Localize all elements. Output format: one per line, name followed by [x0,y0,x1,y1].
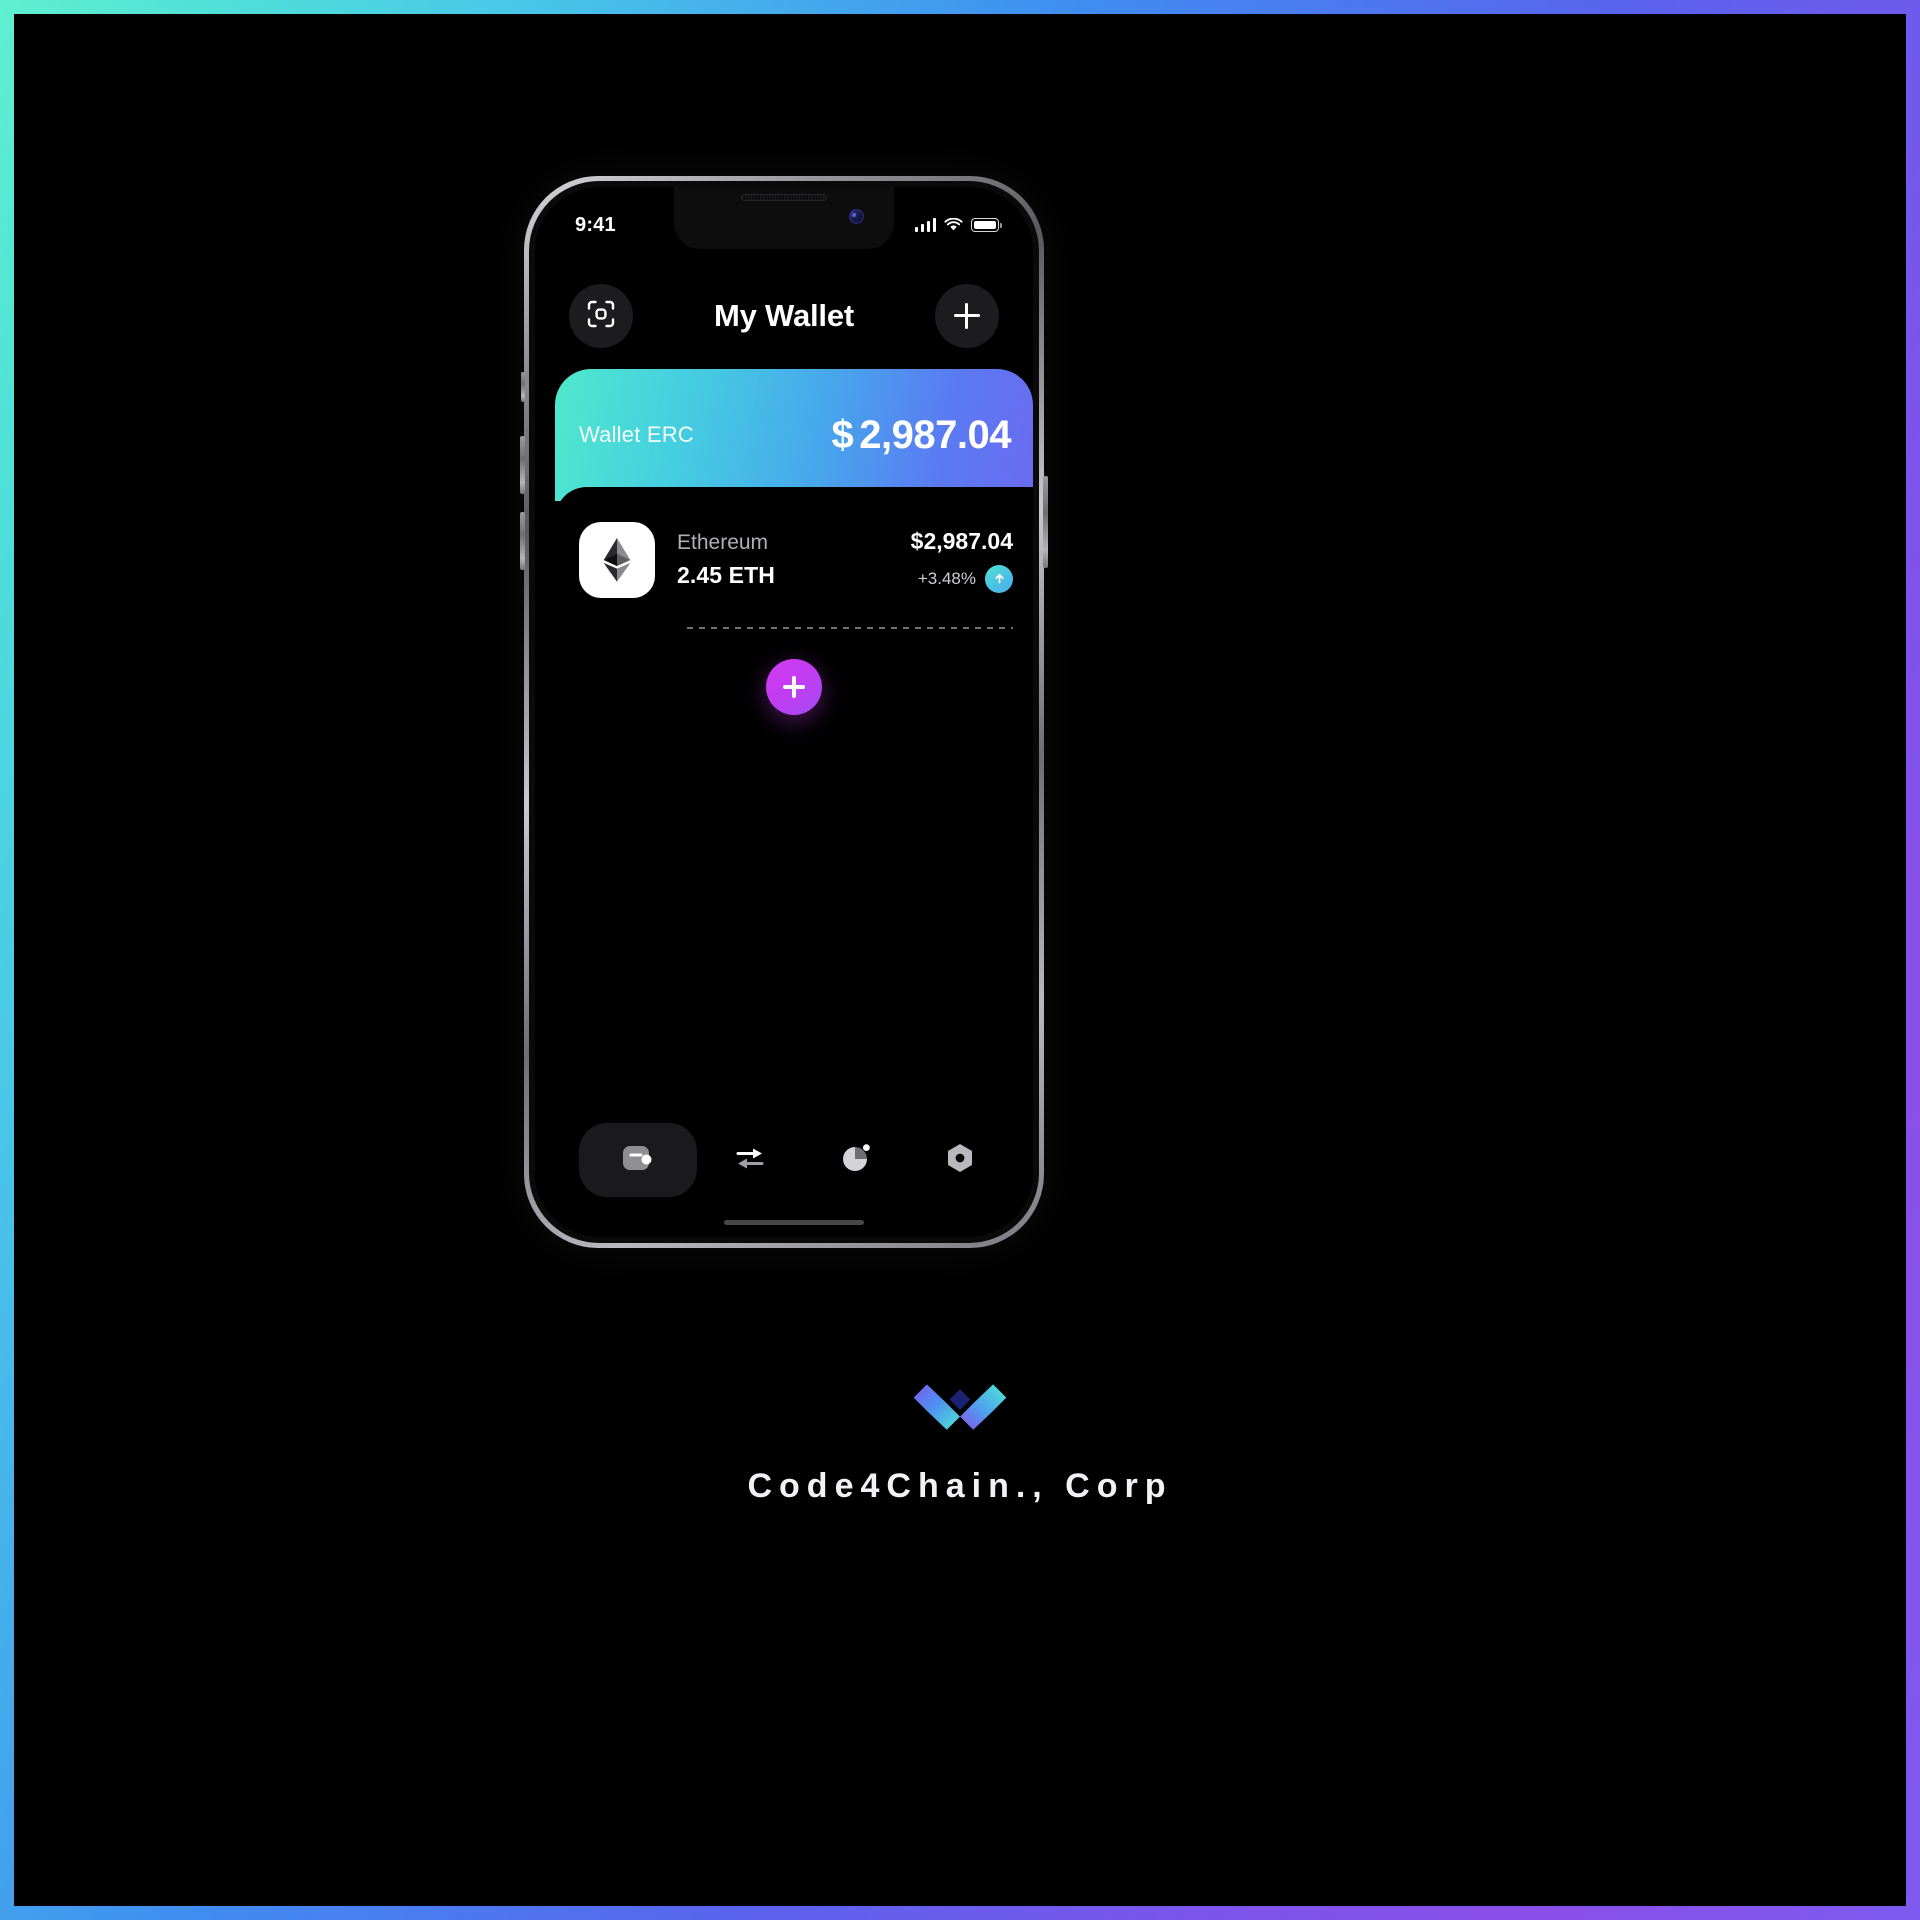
token-list-sheet: Ethereum 2.45 ETH $2,987.04 +3.48% [555,487,1033,1237]
volume-up-button[interactable] [520,436,525,494]
footer-brand: Code4Chain., Corp [0,1380,1920,1506]
volume-down-button[interactable] [520,512,525,570]
token-values: $2,987.04 +3.48% [911,528,1013,593]
currency-symbol: $ [831,412,854,457]
app-header: My Wallet [535,279,1033,353]
brand-name: Code4Chain., Corp [747,1467,1173,1505]
phone-bezel: 9:41 My Wallet Wallet ERC $ 2,987.04 Eth… [520,181,1048,1243]
wallet-icon [621,1143,655,1178]
scan-qr-icon [586,299,616,334]
phone-screen: 9:41 My Wallet Wallet ERC $ 2,987.04 Eth… [535,187,1033,1237]
tab-swap[interactable] [697,1123,802,1197]
token-meta: Ethereum 2.45 ETH [677,531,775,589]
token-quantity: 2.45 ETH [677,562,775,588]
token-fiat-value: $2,987.04 [910,527,1013,554]
ethereum-icon [579,522,655,598]
status-time: 9:41 [575,213,616,236]
wallet-balance-amount: $2,987.04 [831,412,1012,458]
tab-wallet[interactable] [579,1123,697,1197]
token-name: Ethereum [677,531,769,554]
add-token-button[interactable] [766,659,822,715]
wallet-balance-card[interactable]: Wallet ERC $2,987.04 [555,369,1033,501]
token-change-group: +3.48% [911,564,1013,593]
status-indicators [914,217,1002,232]
battery-full-icon [971,218,1002,232]
home-indicator [724,1220,864,1225]
tab-settings[interactable] [908,1123,1013,1197]
balance-value: 2,987.04 [859,412,1011,457]
wifi-icon [944,217,963,232]
hexagon-icon [944,1142,976,1179]
scan-qr-button[interactable] [569,284,633,348]
plus-icon [783,676,805,698]
token-row[interactable]: Ethereum 2.45 ETH $2,987.04 +3.48% [579,517,1013,603]
cellular-bars-icon [914,218,936,232]
infinity-logo-icon [908,1380,1012,1443]
bottom-tab-bar [579,1123,1013,1197]
token-change-percent: +3.48% [917,568,976,588]
swap-arrows-icon [733,1143,767,1178]
add-wallet-button[interactable] [935,284,999,348]
power-button[interactable] [1043,476,1048,568]
phone-device: 9:41 My Wallet Wallet ERC $ 2,987.04 Eth… [520,176,1048,1248]
tab-analytics[interactable] [802,1123,907,1197]
silent-switch[interactable] [521,372,525,402]
arrow-up-circle-icon [985,564,1013,593]
token-divider [687,627,1013,629]
status-bar: 9:41 [535,187,1033,249]
plus-icon [954,303,980,329]
pie-chart-icon [838,1142,872,1179]
active-tab-pill [579,1123,697,1197]
screenshot-root: 9:41 My Wallet Wallet ERC $ 2,987.04 Eth… [0,0,1920,1920]
wallet-card-label: Wallet ERC [579,422,694,447]
page-title: My Wallet [713,298,855,333]
